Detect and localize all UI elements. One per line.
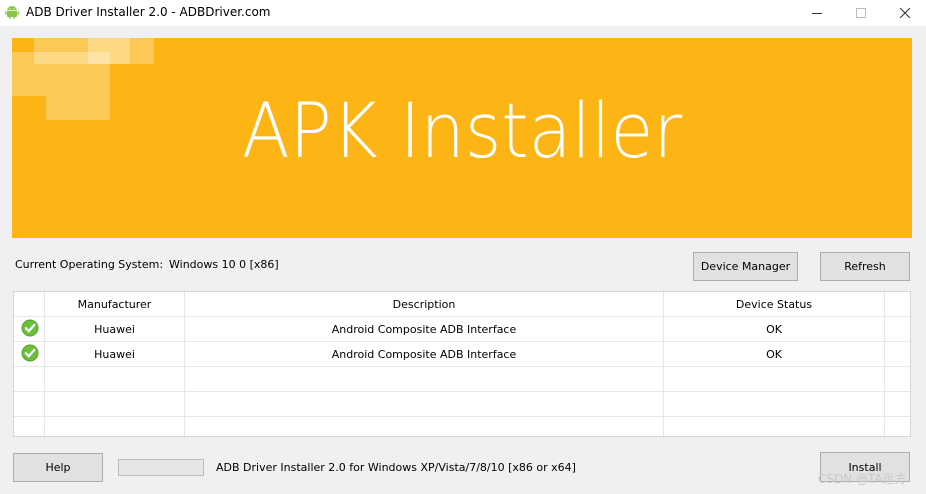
row-divider [14, 391, 910, 392]
window-title: ADB Driver Installer 2.0 - ADBDriver.com [26, 5, 271, 19]
os-value: Windows 10 0 [x86] [169, 258, 279, 271]
minimize-icon [812, 13, 822, 14]
android-icon [5, 6, 19, 19]
maximize-button[interactable] [838, 0, 884, 26]
column-header-description[interactable]: Description [185, 292, 663, 317]
device-manager-button[interactable]: Device Manager [693, 252, 798, 281]
close-icon [900, 8, 910, 18]
manufacturer-cell: Huawei [94, 347, 135, 361]
close-button[interactable] [882, 0, 926, 26]
row-divider [14, 366, 910, 367]
status-cell: OK [766, 322, 782, 336]
banner-title: APK Installer [241, 86, 683, 175]
description-cell: Android Composite ADB Interface [331, 322, 517, 336]
column-divider [884, 292, 885, 436]
progress-bar [118, 459, 204, 476]
description-cell: Android Composite ADB Interface [331, 347, 517, 361]
column-header-device-status[interactable]: Device Status [664, 292, 884, 317]
banner-decoration [12, 52, 46, 96]
minimize-button[interactable] [794, 0, 840, 26]
device-table[interactable]: Manufacturer Description Device Status H… [13, 291, 911, 437]
watermark: CSDN @TA远方 [818, 472, 907, 486]
banner: APK Installer [12, 38, 912, 238]
maximize-icon [856, 8, 866, 18]
help-button[interactable]: Help [13, 453, 103, 482]
column-header-manufacturer[interactable]: Manufacturer [45, 292, 184, 317]
os-label: Current Operating System: [15, 258, 164, 271]
row-divider [14, 416, 910, 417]
check-icon [21, 344, 39, 362]
column-header-icon[interactable] [14, 292, 44, 317]
refresh-button[interactable]: Refresh [820, 252, 910, 281]
check-icon [21, 319, 39, 337]
title-bar: ADB Driver Installer 2.0 - ADBDriver.com [0, 0, 926, 26]
table-header: Manufacturer Description Device Status [14, 292, 910, 317]
status-cell: OK [766, 347, 782, 361]
footer-info: ADB Driver Installer 2.0 for Windows XP/… [216, 461, 576, 474]
manufacturer-cell: Huawei [94, 322, 135, 336]
